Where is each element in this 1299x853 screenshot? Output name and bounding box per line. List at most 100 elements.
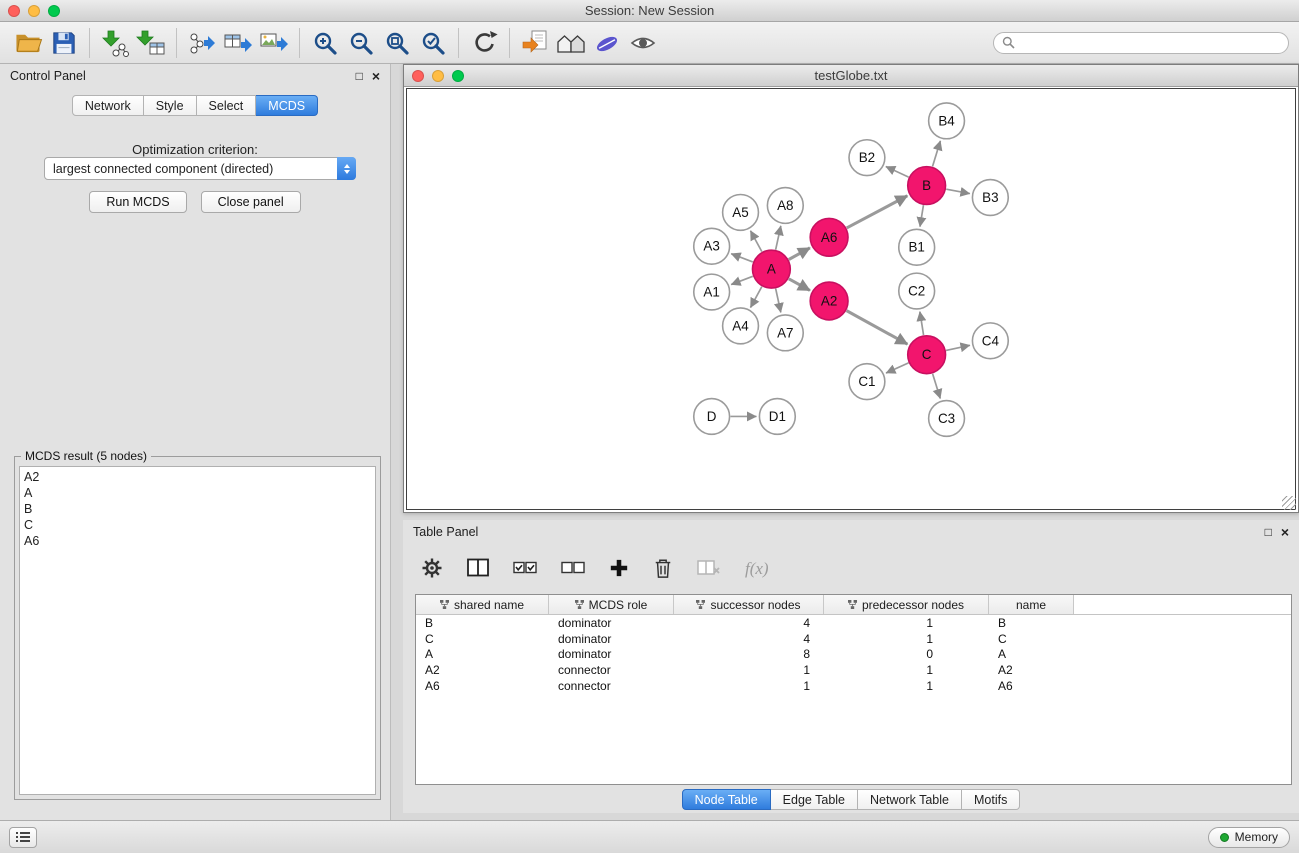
tab-style[interactable]: Style	[144, 95, 197, 116]
run-mcds-button[interactable]: Run MCDS	[89, 191, 186, 213]
graph-node-B3[interactable]: B3	[972, 180, 1008, 216]
tab-network-table[interactable]: Network Table	[858, 789, 962, 810]
zoom-fit-icon[interactable]	[379, 26, 415, 60]
memory-button[interactable]: Memory	[1208, 827, 1290, 848]
task-history-button[interactable]	[9, 827, 37, 848]
criterion-dropdown[interactable]: largest connected component (directed)	[44, 157, 356, 180]
graph-edge-A-A2[interactable]	[789, 279, 810, 291]
graph-node-A[interactable]: A	[752, 250, 790, 288]
zoom-in-icon[interactable]	[307, 26, 343, 60]
graph-edge-A6-B[interactable]	[847, 196, 908, 228]
graph-edge-A2-C[interactable]	[847, 311, 908, 345]
zoom-window-button[interactable]	[48, 5, 60, 17]
tab-mcds[interactable]: MCDS	[256, 95, 318, 116]
tab-motifs[interactable]: Motifs	[962, 789, 1020, 810]
graph-node-B[interactable]: B	[908, 167, 946, 205]
graph-edge-B-B2[interactable]	[886, 167, 909, 178]
column-header-name[interactable]: name	[989, 595, 1074, 614]
neighborhood-icon[interactable]	[553, 26, 589, 60]
mcds-result-item[interactable]: C	[20, 517, 375, 533]
mcds-result-item[interactable]: A	[20, 485, 375, 501]
graph-edge-B-B3[interactable]	[946, 189, 970, 193]
close-panel-button[interactable]: Close panel	[201, 191, 301, 213]
close-table-panel-icon[interactable]: ×	[1281, 525, 1289, 539]
paintbrush-icon[interactable]	[589, 26, 625, 60]
column-header-mcds-role[interactable]: MCDS role	[549, 595, 674, 614]
toolbar-search[interactable]	[993, 32, 1289, 54]
graph-edge-C-C3[interactable]	[933, 374, 941, 399]
graph-node-A5[interactable]: A5	[723, 194, 759, 230]
graph-edge-A-A4[interactable]	[750, 287, 761, 308]
network-graph[interactable]: B4 B2 B B3 A5A8A6 A3 B1 A C2 A1 A2 A4A7 C4 C C1 C3 D D1	[407, 89, 1295, 509]
graph-node-B2[interactable]: B2	[849, 140, 885, 176]
table-row[interactable]: Cdominator41C	[416, 631, 1291, 647]
save-session-icon[interactable]	[46, 26, 82, 60]
import-table-file-icon[interactable]	[133, 26, 169, 60]
graph-edge-A-A7[interactable]	[776, 289, 781, 313]
graph-node-D1[interactable]: D1	[759, 399, 795, 435]
graph-edge-B-B4[interactable]	[933, 141, 941, 167]
graph-node-C4[interactable]: C4	[972, 323, 1008, 359]
tab-edge-table[interactable]: Edge Table	[771, 789, 858, 810]
delete-row-icon[interactable]	[653, 557, 673, 582]
select-all-icon[interactable]	[513, 561, 537, 577]
graph-node-C3[interactable]: C3	[929, 401, 965, 437]
show-graphics-eye-icon[interactable]	[625, 26, 661, 60]
page-arrow-icon[interactable]	[517, 26, 553, 60]
tab-network[interactable]: Network	[72, 95, 144, 116]
close-network-button[interactable]	[412, 70, 424, 82]
resize-grip[interactable]	[1282, 496, 1296, 510]
graph-node-A6[interactable]: A6	[810, 218, 848, 256]
graph-node-B1[interactable]: B1	[899, 229, 935, 265]
graph-node-C2[interactable]: C2	[899, 273, 935, 309]
search-input[interactable]	[1021, 36, 1280, 50]
column-header-shared-name[interactable]: shared name	[416, 595, 549, 614]
export-table-icon[interactable]	[220, 26, 256, 60]
column-header-predecessor-nodes[interactable]: predecessor nodes	[824, 595, 989, 614]
graph-node-A1[interactable]: A1	[694, 274, 730, 310]
graph-node-A4[interactable]: A4	[723, 308, 759, 344]
unselect-all-icon[interactable]	[561, 561, 585, 577]
graph-edge-A-A6[interactable]	[789, 248, 810, 260]
tab-node-table[interactable]: Node Table	[682, 789, 771, 810]
graph-node-A3[interactable]: A3	[694, 228, 730, 264]
float-table-panel-icon[interactable]: □	[1265, 526, 1272, 538]
close-window-button[interactable]	[8, 5, 20, 17]
graph-edge-A-A3[interactable]	[731, 254, 753, 262]
close-panel-icon[interactable]: ×	[372, 69, 380, 83]
graph-node-C1[interactable]: C1	[849, 364, 885, 400]
graph-node-B4[interactable]: B4	[929, 103, 965, 139]
graph-node-D[interactable]: D	[694, 399, 730, 435]
graph-edge-B-B1[interactable]	[920, 205, 923, 226]
export-image-icon[interactable]	[256, 26, 292, 60]
table-row[interactable]: A6connector11A6	[416, 678, 1291, 694]
mcds-result-item[interactable]: A6	[20, 533, 375, 549]
graph-edge-C-C4[interactable]	[946, 345, 970, 350]
network-canvas[interactable]: B4 B2 B B3 A5A8A6 A3 B1 A C2 A1 A2 A4A7 C4 C C1 C3 D D1	[406, 88, 1296, 510]
graph-edge-A-A8[interactable]	[776, 226, 781, 250]
graph-edge-C-C2[interactable]	[920, 312, 924, 335]
zoom-selected-icon[interactable]	[415, 26, 451, 60]
float-panel-icon[interactable]: □	[356, 70, 363, 82]
mcds-result-list[interactable]: A2ABCA6	[19, 466, 376, 795]
minimize-window-button[interactable]	[28, 5, 40, 17]
graph-edge-C-C1[interactable]	[886, 363, 908, 373]
column-header-successor-nodes[interactable]: successor nodes	[674, 595, 824, 614]
graph-node-C[interactable]: C	[908, 336, 946, 374]
import-network-file-icon[interactable]	[97, 26, 133, 60]
graph-node-A8[interactable]: A8	[767, 188, 803, 224]
minimize-network-button[interactable]	[432, 70, 444, 82]
zoom-out-icon[interactable]	[343, 26, 379, 60]
graph-edge-A-A1[interactable]	[731, 276, 753, 284]
mcds-result-item[interactable]: B	[20, 501, 375, 517]
tab-select[interactable]: Select	[197, 95, 257, 116]
column-chooser-icon[interactable]	[467, 558, 489, 580]
graph-node-A7[interactable]: A7	[767, 315, 803, 351]
table-row[interactable]: A2connector11A2	[416, 662, 1291, 678]
node-table[interactable]: shared name MCDS role successor nodes pr…	[415, 594, 1292, 785]
gear-icon[interactable]	[421, 557, 443, 582]
mcds-result-item[interactable]: A2	[20, 469, 375, 485]
table-row[interactable]: Bdominator41B	[416, 615, 1291, 631]
graph-node-A2[interactable]: A2	[810, 282, 848, 320]
zoom-network-button[interactable]	[452, 70, 464, 82]
